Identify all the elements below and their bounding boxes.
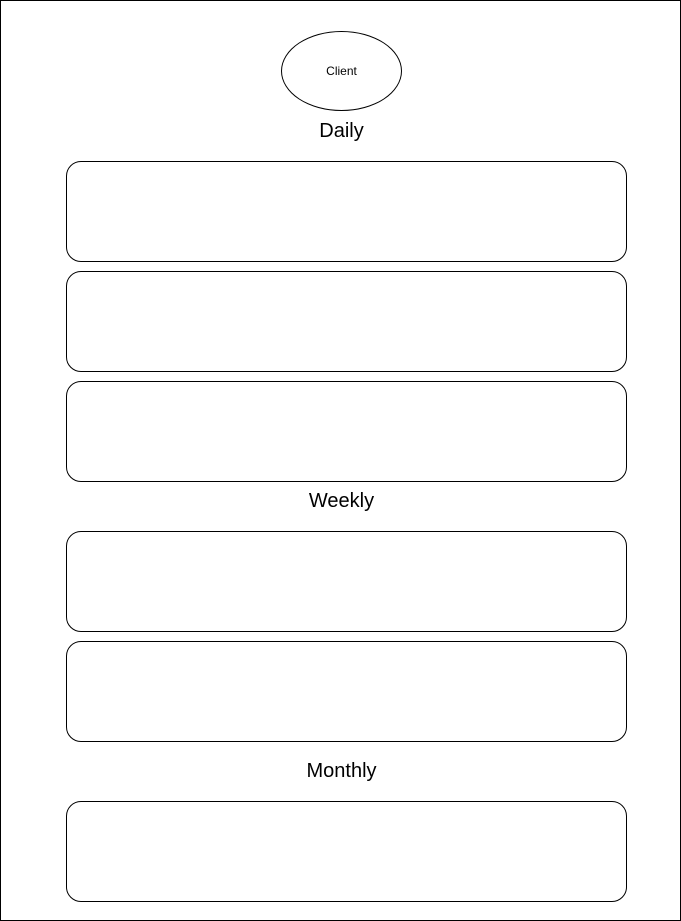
daily-box-2[interactable] [66,271,627,372]
daily-box-1[interactable] [66,161,627,262]
client-node[interactable]: Client [281,31,402,111]
weekly-box-1[interactable] [66,531,627,632]
monthly-box-1[interactable] [66,801,627,902]
daily-box-3[interactable] [66,381,627,482]
weekly-box-2[interactable] [66,641,627,742]
daily-section-label: Daily [319,120,364,142]
diagram-canvas: Client Daily Weekly Monthly [0,0,681,921]
weekly-section-label: Weekly [308,490,375,512]
client-node-label: Client [326,64,357,78]
monthly-section-label: Monthly [306,760,377,782]
